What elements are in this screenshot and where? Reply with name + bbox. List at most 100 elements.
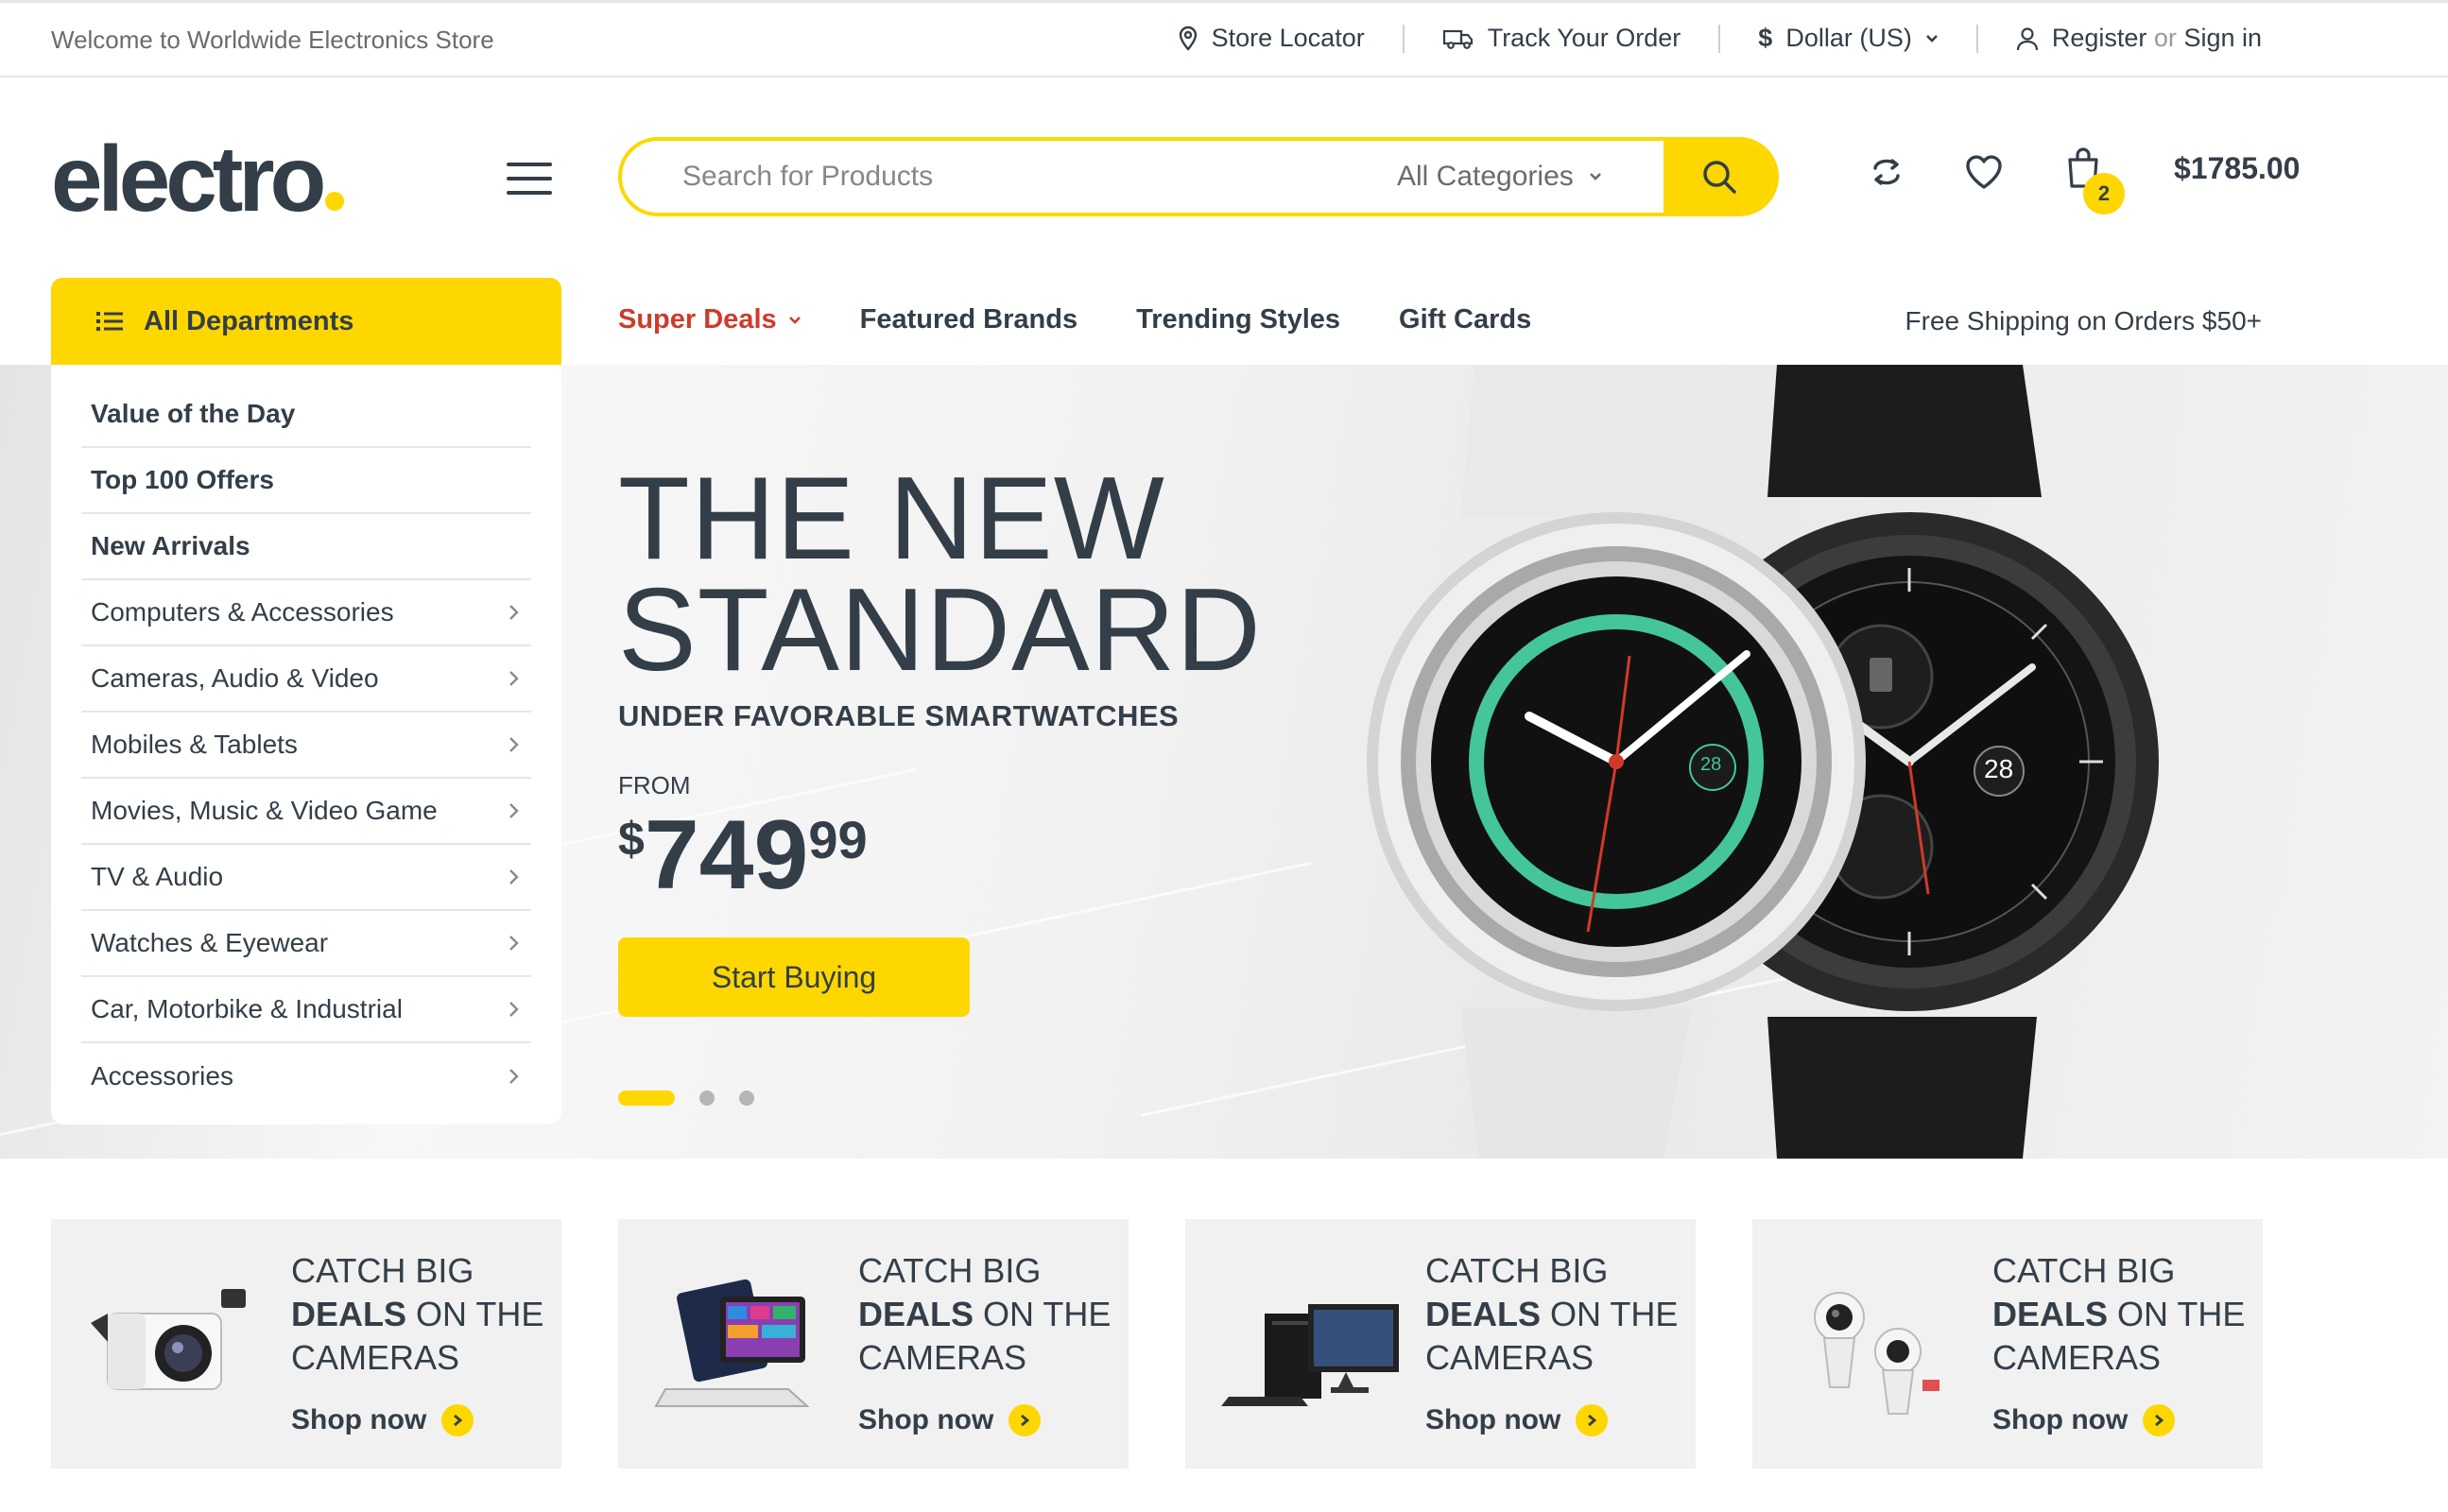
promo-line-1: CATCH BIG — [1992, 1251, 2176, 1290]
chevron-right-icon — [509, 671, 519, 686]
department-label: Top 100 Offers — [91, 465, 274, 494]
chevron-right-icon — [509, 1069, 519, 1084]
department-item[interactable]: Value of the Day — [81, 365, 531, 448]
list-icon — [96, 312, 123, 331]
promo-line-2: ON THE — [1541, 1295, 1679, 1333]
nav-trending-styles[interactable]: Trending Styles — [1136, 304, 1340, 335]
cart-button[interactable]: 2 $1785.00 — [2064, 146, 2301, 215]
shop-now-link[interactable]: Shop now — [858, 1404, 1042, 1436]
chevron-right-icon — [509, 936, 519, 951]
promo-line-2: ON THE — [406, 1295, 544, 1333]
hero-title-line-1: THE NEW — [618, 454, 1165, 584]
promo-text: CATCH BIG DEALS ON THE CAMERAS — [291, 1249, 543, 1380]
all-departments-button[interactable]: All Departments — [51, 278, 561, 365]
promo-bold: DEALS — [1425, 1295, 1542, 1333]
logo-text: electro — [51, 127, 326, 231]
register-link[interactable]: Register — [2052, 24, 2147, 52]
cart-total: $1785.00 — [2174, 150, 2301, 185]
slider-dot[interactable] — [618, 1091, 675, 1106]
hero-from-label: FROM — [618, 771, 691, 799]
category-select[interactable]: All Categories — [1397, 141, 1602, 213]
hero-title-line-2: STANDARD — [618, 565, 1262, 696]
promo-line-2: ON THE — [2108, 1295, 2246, 1333]
department-label: Value of the Day — [91, 399, 296, 428]
currency-select[interactable]: $ Dollar (US) — [1758, 24, 1939, 53]
arrow-right-icon — [441, 1404, 474, 1436]
track-order-label: Track Your Order — [1487, 24, 1681, 52]
heart-icon — [1966, 155, 2002, 189]
department-item[interactable]: Mobiles & Tablets — [81, 713, 531, 779]
hero-title: THE NEW STANDARD — [618, 454, 1262, 696]
start-buying-button[interactable]: Start Buying — [618, 937, 970, 1017]
department-item[interactable]: Movies, Music & Video Game — [81, 779, 531, 845]
shop-now-label: Shop now — [858, 1404, 994, 1435]
chevron-right-icon — [509, 869, 519, 885]
department-item[interactable]: New Arrivals — [81, 514, 531, 580]
hero-subtitle: UNDER FAVORABLE SMARTWATCHES — [618, 699, 1180, 732]
promo-banner[interactable]: CATCH BIG DEALS ON THE CAMERAS Shop now — [1752, 1219, 2263, 1469]
wishlist-button[interactable] — [1964, 153, 2004, 196]
account-links: Register or Sign in — [2016, 24, 2262, 53]
top-links: Store Locator Track Your Order $ Dollar … — [1178, 24, 2262, 53]
watch-date-black: 28 — [1984, 754, 2014, 783]
chevron-right-icon — [509, 803, 519, 818]
department-label: Movies, Music & Video Game — [91, 796, 438, 825]
shop-now-label: Shop now — [1425, 1404, 1561, 1435]
free-shipping-note: Free Shipping on Orders $50+ — [1905, 306, 2262, 335]
sign-in-link[interactable]: Sign in — [2183, 24, 2262, 52]
category-select-label: All Categories — [1397, 161, 1574, 192]
price-integer: 749 — [644, 800, 809, 910]
promo-line-3: CAMERAS — [1992, 1338, 2162, 1377]
promo-line-3: CAMERAS — [1425, 1338, 1595, 1377]
department-item[interactable]: Computers & Accessories — [81, 580, 531, 646]
promo-line-1: CATCH BIG — [1425, 1251, 1609, 1290]
arrow-right-icon — [2143, 1404, 2176, 1436]
promo-banner[interactable]: CATCH BIG DEALS ON THE CAMERAS Shop now — [618, 1219, 1129, 1469]
department-item[interactable]: Accessories — [81, 1043, 531, 1109]
department-item[interactable]: TV & Audio — [81, 845, 531, 911]
menu-toggle-button[interactable] — [507, 163, 552, 195]
department-item[interactable]: Top 100 Offers — [81, 448, 531, 514]
nav-super-deals[interactable]: Super Deals — [618, 304, 802, 335]
welcome-text: Welcome to Worldwide Electronics Store — [51, 26, 494, 54]
shop-now-link[interactable]: Shop now — [291, 1404, 474, 1436]
slider-dot[interactable] — [699, 1091, 715, 1106]
store-locator-link[interactable]: Store Locator — [1178, 24, 1365, 53]
search-input[interactable] — [622, 141, 1359, 213]
divider — [1975, 24, 1978, 53]
compare-icon — [1873, 159, 1900, 185]
divider — [1402, 24, 1405, 53]
shop-now-link[interactable]: Shop now — [1425, 1404, 1609, 1436]
search-button[interactable] — [1664, 141, 1775, 213]
slider-dot[interactable] — [739, 1091, 754, 1106]
department-item[interactable]: Car, Motorbike & Industrial — [81, 977, 531, 1043]
hero-price: $ 749 99 — [618, 806, 1262, 904]
chevron-right-icon — [509, 737, 519, 752]
department-label: TV & Audio — [91, 862, 224, 891]
compare-button[interactable] — [1868, 153, 1905, 196]
promo-banner[interactable]: CATCH BIG DEALS ON THE CAMERAS Shop now — [1185, 1219, 1696, 1469]
site-logo[interactable]: electro — [51, 132, 345, 225]
shop-now-link[interactable]: Shop now — [1992, 1404, 2176, 1436]
promo-text: CATCH BIG DEALS ON THE CAMERAS — [858, 1249, 1111, 1380]
department-item[interactable]: Watches & Eyewear — [81, 911, 531, 977]
nav-featured-brands[interactable]: Featured Brands — [860, 304, 1077, 335]
promo-line-2: ON THE — [974, 1295, 1112, 1333]
promo-line-1: CATCH BIG — [858, 1251, 1042, 1290]
slider-dots — [618, 1091, 754, 1106]
logo-dot — [325, 192, 345, 211]
track-order-link[interactable]: Track Your Order — [1442, 24, 1681, 53]
department-item[interactable]: Cameras, Audio & Video — [81, 646, 531, 713]
department-label: Accessories — [91, 1061, 233, 1091]
camera-image — [91, 1289, 246, 1390]
currency-label: Dollar (US) — [1785, 24, 1912, 52]
nav-gift-cards[interactable]: Gift Cards — [1399, 304, 1531, 335]
promo-text: CATCH BIG DEALS ON THE CAMERAS — [1992, 1249, 2245, 1380]
arrow-right-icon — [1576, 1404, 1609, 1436]
search-bar: All Categories — [618, 137, 1779, 216]
desktop-pc-image — [1221, 1304, 1399, 1406]
divider — [1718, 24, 1721, 53]
map-pin-icon — [1179, 26, 1197, 51]
promo-banner[interactable]: CATCH BIG DEALS ON THE CAMERAS Shop now — [51, 1219, 561, 1469]
hero-copy: THE NEW STANDARD UNDER FAVORABLE SMARTWA… — [618, 454, 1262, 904]
